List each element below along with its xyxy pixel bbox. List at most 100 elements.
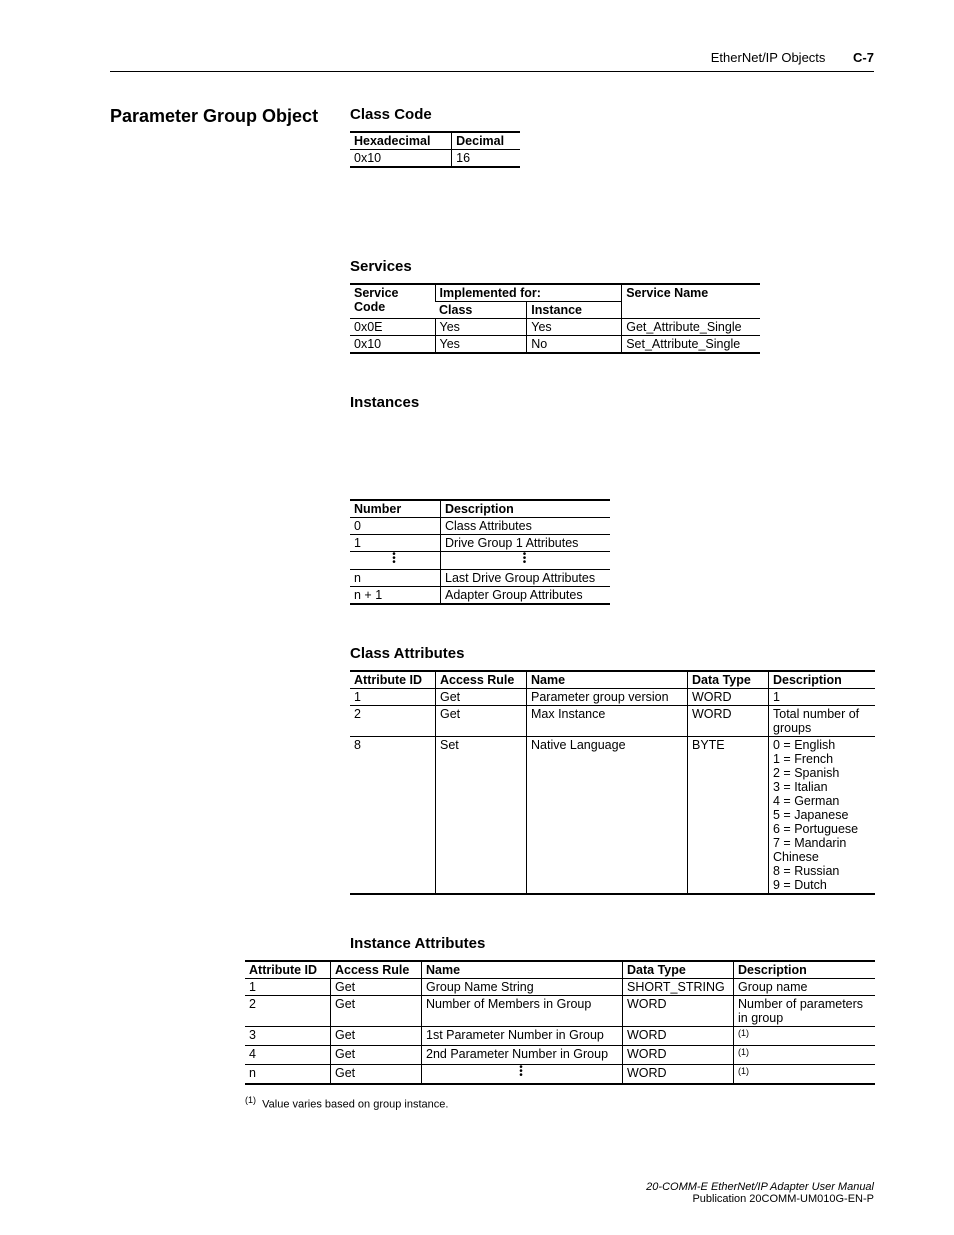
td: WORD bbox=[688, 706, 769, 737]
header-title: EtherNet/IP Objects bbox=[711, 50, 826, 65]
th: Decimal bbox=[452, 132, 520, 150]
td: No bbox=[527, 336, 622, 354]
table-row bbox=[350, 552, 610, 570]
page-title: Parameter Group Object bbox=[110, 106, 350, 127]
table-row: 0x0EYesYesGet_Attribute_Single bbox=[350, 319, 760, 336]
th: Number bbox=[350, 500, 441, 518]
td: (1) bbox=[734, 1027, 876, 1046]
classattr-heading: Class Attributes bbox=[350, 645, 875, 662]
td: Last Drive Group Attributes bbox=[441, 570, 611, 587]
th: Description bbox=[441, 500, 611, 518]
td: WORD bbox=[623, 1065, 734, 1085]
table-row: 4Get2nd Parameter Number in GroupWORD(1) bbox=[245, 1046, 875, 1065]
table-row: 1GetGroup Name StringSHORT_STRINGGroup n… bbox=[245, 979, 875, 996]
td: 0 bbox=[350, 518, 441, 535]
td: Set bbox=[436, 737, 527, 895]
td: n bbox=[350, 570, 441, 587]
header-page: C-7 bbox=[853, 50, 874, 65]
td: n bbox=[245, 1065, 331, 1085]
td: n + 1 bbox=[350, 587, 441, 605]
td: WORD bbox=[623, 1027, 734, 1046]
services-heading: Services bbox=[350, 258, 875, 275]
th: Hexadecimal bbox=[350, 132, 452, 150]
table-row: 0x10 16 bbox=[350, 150, 520, 168]
td bbox=[441, 552, 611, 570]
td bbox=[350, 552, 441, 570]
td: Native Language bbox=[527, 737, 688, 895]
td: 0x10 bbox=[350, 336, 435, 354]
td: 1 bbox=[350, 689, 436, 706]
th: Name bbox=[527, 671, 688, 689]
classattr-table: Attribute ID Access Rule Name Data Type … bbox=[350, 670, 875, 895]
td: Get_Attribute_Single bbox=[622, 319, 760, 336]
footnote: (1) Value varies based on group instance… bbox=[245, 1095, 875, 1111]
table-row: 1Drive Group 1 Attributes bbox=[350, 535, 610, 552]
page-footer: 20-COMM-E EtherNet/IP Adapter User Manua… bbox=[646, 1181, 874, 1205]
th: Service Code bbox=[350, 284, 435, 319]
td: 0 = English 1 = French 2 = Spanish 3 = I… bbox=[769, 737, 876, 895]
td: 0x0E bbox=[350, 319, 435, 336]
footer-manual: 20-COMM-E EtherNet/IP Adapter User Manua… bbox=[646, 1181, 874, 1193]
footnote-marker: (1) bbox=[245, 1095, 256, 1105]
table-row: 3Get1st Parameter Number in GroupWORD(1) bbox=[245, 1027, 875, 1046]
td: Get bbox=[331, 1046, 422, 1065]
td: 1 bbox=[245, 979, 331, 996]
td: Get bbox=[331, 1027, 422, 1046]
th: Access Rule bbox=[331, 961, 422, 979]
th: Implemented for: bbox=[435, 284, 622, 302]
th: Description bbox=[734, 961, 876, 979]
td: Yes bbox=[435, 336, 527, 354]
page-header: EtherNet/IP Objects C-7 bbox=[110, 50, 874, 72]
table-row: n + 1Adapter Group Attributes bbox=[350, 587, 610, 605]
classcode-table: Hexadecimal Decimal 0x10 16 bbox=[350, 131, 520, 168]
td: (1) bbox=[734, 1065, 876, 1085]
table-row: nLast Drive Group Attributes bbox=[350, 570, 610, 587]
th: Instance bbox=[527, 302, 622, 319]
instattr-heading: Instance Attributes bbox=[350, 935, 875, 952]
th: Attribute ID bbox=[350, 671, 436, 689]
instances-table: Number Description 0Class Attributes1Dri… bbox=[350, 499, 610, 605]
td: Yes bbox=[435, 319, 527, 336]
td: Number of parameters in group bbox=[734, 996, 876, 1027]
td: Total number of groups bbox=[769, 706, 876, 737]
td: Number of Members in Group bbox=[422, 996, 623, 1027]
td: 0x10 bbox=[350, 150, 452, 168]
td: 1st Parameter Number in Group bbox=[422, 1027, 623, 1046]
td: WORD bbox=[688, 689, 769, 706]
classcode-heading: Class Code bbox=[350, 106, 875, 123]
td: SHORT_STRING bbox=[623, 979, 734, 996]
th: Data Type bbox=[623, 961, 734, 979]
th: Service Name bbox=[622, 284, 760, 319]
th: Description bbox=[769, 671, 876, 689]
td: Adapter Group Attributes bbox=[441, 587, 611, 605]
table-row: nGetWORD(1) bbox=[245, 1065, 875, 1085]
th: Attribute ID bbox=[245, 961, 331, 979]
services-table: Service Code Implemented for: Service Na… bbox=[350, 283, 760, 354]
td: Get bbox=[331, 979, 422, 996]
table-row: 8SetNative LanguageBYTE0 = English 1 = F… bbox=[350, 737, 875, 895]
td: 4 bbox=[245, 1046, 331, 1065]
th: Class bbox=[435, 302, 527, 319]
td: 1 bbox=[769, 689, 876, 706]
td: 8 bbox=[350, 737, 436, 895]
td: 2 bbox=[350, 706, 436, 737]
td: 16 bbox=[452, 150, 520, 168]
td: Get bbox=[331, 996, 422, 1027]
td: Parameter group version bbox=[527, 689, 688, 706]
td: Set_Attribute_Single bbox=[622, 336, 760, 354]
table-row: 0Class Attributes bbox=[350, 518, 610, 535]
td bbox=[422, 1065, 623, 1085]
th: Name bbox=[422, 961, 623, 979]
td: Class Attributes bbox=[441, 518, 611, 535]
td: (1) bbox=[734, 1046, 876, 1065]
td: BYTE bbox=[688, 737, 769, 895]
table-row: 2GetMax InstanceWORDTotal number of grou… bbox=[350, 706, 875, 737]
td: Group Name String bbox=[422, 979, 623, 996]
td: Max Instance bbox=[527, 706, 688, 737]
td: WORD bbox=[623, 996, 734, 1027]
td: 2 bbox=[245, 996, 331, 1027]
th: Access Rule bbox=[436, 671, 527, 689]
footnote-text: Value varies based on group instance. bbox=[262, 1099, 448, 1111]
td: Yes bbox=[527, 319, 622, 336]
th: Data Type bbox=[688, 671, 769, 689]
